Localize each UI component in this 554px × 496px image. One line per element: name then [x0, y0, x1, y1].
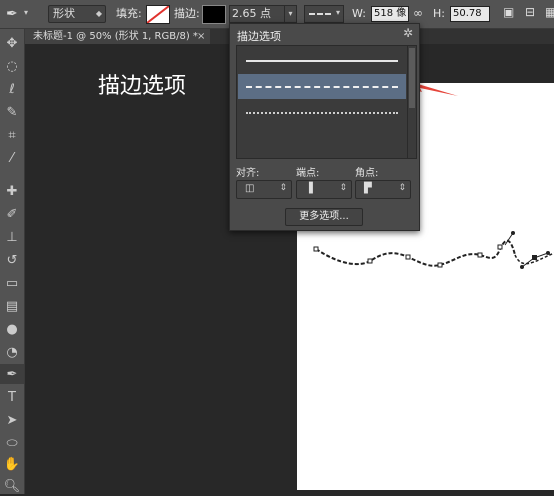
document-tab-title: 未标题-1 @ 50% (形状 1, RGB/8) *	[33, 31, 198, 42]
stroke-color-swatch[interactable]	[202, 5, 226, 24]
fill-swatch[interactable]	[146, 5, 170, 24]
chevron-down-icon[interactable]: ▾	[24, 8, 28, 17]
type-icon[interactable]: T	[0, 387, 24, 407]
zoom-icon[interactable]: 🔍︎	[0, 476, 24, 496]
stroke-options-panel: 描边选项 ✲ 对齐: 端点: 角点: ◫ ⇕ ▐ ⇕ ▛ ⇕ 更多选项...	[229, 23, 420, 231]
gear-icon[interactable]: ✲	[403, 26, 413, 40]
scrollbar-thumb[interactable]	[409, 48, 415, 108]
path-arrangement-icon[interactable]: ▦	[545, 5, 554, 19]
width-label: W:	[352, 7, 366, 20]
lasso-icon[interactable]: ℓ	[0, 79, 24, 99]
link-icon[interactable]: ∞	[413, 6, 423, 20]
stroke-options-title: 描边选项	[237, 30, 281, 43]
fill-label: 填充:	[116, 7, 142, 20]
path-operations-icon[interactable]: ▣	[503, 5, 514, 19]
hand-icon[interactable]: ✋	[0, 454, 24, 474]
crop-icon[interactable]: ⌗	[0, 125, 24, 145]
caps-dropdown[interactable]: ▐ ⇕	[296, 180, 352, 199]
tool-mode-select[interactable]: 形状 ◆	[48, 5, 106, 23]
height-label: H:	[433, 7, 445, 20]
healing-icon[interactable]: ✚	[0, 181, 24, 201]
move-icon[interactable]: ✥	[0, 33, 24, 53]
solid-line-preview	[246, 60, 398, 62]
pen-tool-preset-icon[interactable]: ✒	[6, 6, 18, 22]
dashed-line-preview	[246, 86, 398, 88]
stroke-style-dashed[interactable]	[238, 74, 406, 99]
miter-join-icon: ▛	[364, 183, 372, 194]
dashed-line-preview	[309, 13, 331, 15]
dotted-line-preview	[246, 112, 398, 114]
blur-icon[interactable]: ●	[0, 319, 24, 339]
marquee-icon[interactable]: ◌	[0, 56, 24, 76]
chevron-updown-icon: ⇕	[398, 183, 406, 193]
stamp-icon[interactable]: ⊥	[0, 227, 24, 247]
path-alignment-icon[interactable]: ⊟	[525, 5, 535, 19]
eyedropper-icon[interactable]: ⁄	[0, 148, 24, 168]
height-field[interactable]: 50.78	[450, 6, 490, 22]
close-icon[interactable]: ×	[197, 29, 205, 44]
stroke-style-list	[236, 45, 408, 159]
stroke-style-solid[interactable]	[238, 48, 406, 73]
stroke-style-dotted[interactable]	[238, 100, 406, 125]
eraser-icon[interactable]: ▭	[0, 273, 24, 293]
pen-icon[interactable]: ✒	[0, 364, 24, 384]
quick-select-icon[interactable]: ✎	[0, 102, 24, 122]
wavy-path-shape[interactable]	[300, 225, 554, 280]
chevron-down-icon: ◆	[95, 9, 102, 18]
corners-label: 角点:	[355, 168, 379, 179]
brush-icon[interactable]: ✐	[0, 204, 24, 224]
chevron-updown-icon: ⇕	[279, 183, 287, 193]
no-fill-icon	[147, 6, 169, 23]
stroke-type-select[interactable]: ▾	[304, 5, 344, 23]
caps-label: 端点:	[296, 168, 320, 179]
width-value: 518 像	[374, 8, 407, 19]
chevron-updown-icon: ⇕	[339, 183, 347, 193]
butt-cap-icon: ▐	[305, 183, 313, 194]
height-value: 50.78	[453, 8, 482, 19]
stroke-width-dropdown-button[interactable]: ▾	[284, 5, 297, 23]
shape-icon[interactable]: ⬭	[0, 433, 24, 453]
path-select-icon[interactable]: ➤	[0, 410, 24, 430]
more-options-button[interactable]: 更多选项...	[285, 208, 363, 226]
stroke-width-field[interactable]: 2.65 点	[229, 5, 285, 23]
stroke-list-scrollbar[interactable]	[407, 45, 417, 159]
align-label: 对齐:	[236, 168, 260, 179]
align-inside-icon: ◫	[245, 183, 255, 194]
document-tab[interactable]: 未标题-1 @ 50% (形状 1, RGB/8) * ×	[25, 29, 210, 44]
gradient-icon[interactable]: ▤	[0, 296, 24, 316]
history-brush-icon[interactable]: ↺	[0, 250, 24, 270]
stroke-width-value: 2.65 点	[232, 7, 271, 20]
dodge-icon[interactable]: ◔	[0, 342, 24, 362]
corners-dropdown[interactable]: ▛ ⇕	[355, 180, 411, 199]
tool-mode-value: 形状	[53, 7, 75, 20]
toolbox: ✥ ◌ ℓ ✎ ⌗ ⁄ ✚ ✐ ⊥ ↺ ▭ ▤ ● ◔ ✒ T ➤ ⬭ ✋ 🔍︎	[0, 29, 25, 494]
chevron-down-icon: ▾	[335, 8, 340, 17]
align-dropdown[interactable]: ◫ ⇕	[236, 180, 292, 199]
stroke-label: 描边:	[174, 7, 200, 20]
canvas-caption: 描边选项	[98, 74, 187, 99]
width-field[interactable]: 518 像	[371, 6, 409, 22]
